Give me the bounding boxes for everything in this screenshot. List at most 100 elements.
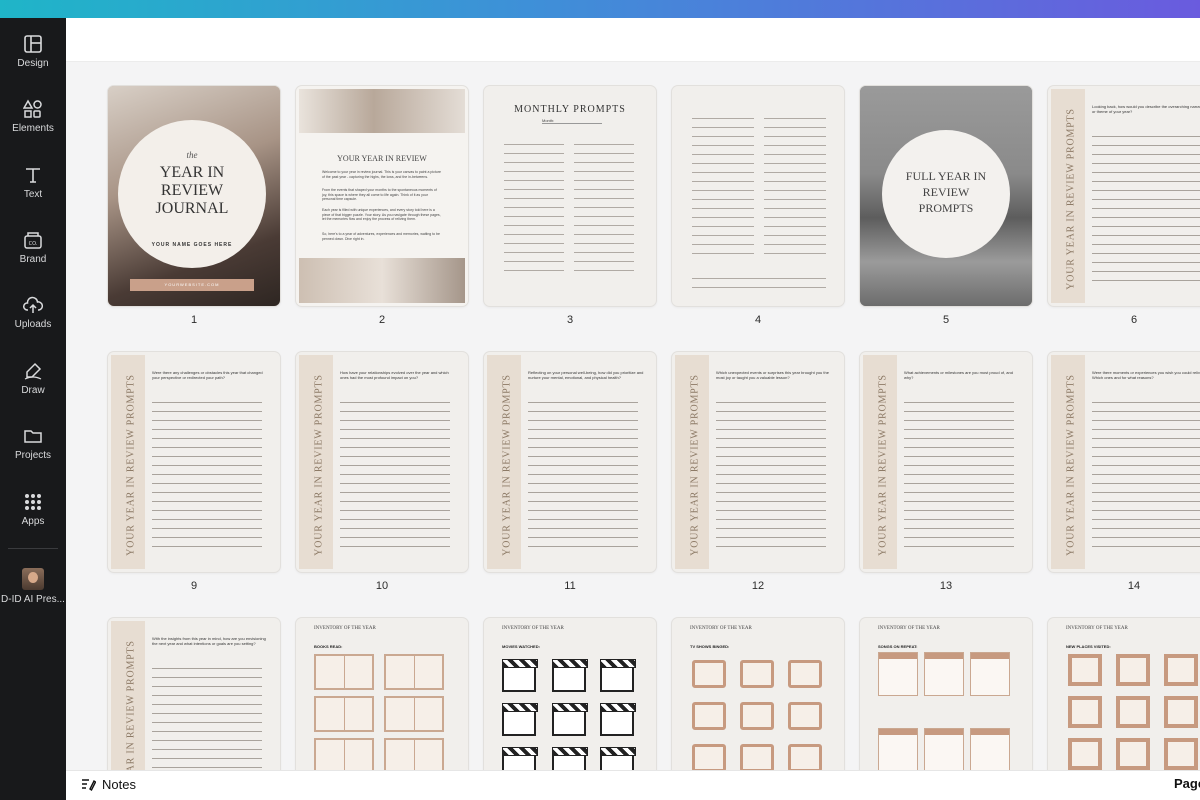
page-number: 3 — [566, 314, 574, 326]
inventory-title: INVENTORY OF THE YEAR — [314, 626, 376, 631]
monthly-title: MONTHLY PROMPTS — [514, 104, 626, 115]
text-icon — [26, 168, 40, 183]
sidebar-item-label: Draw — [21, 385, 45, 396]
inventory-title: INVENTORY OF THE YEAR — [502, 626, 564, 631]
sidebar-item-label: Projects — [14, 450, 52, 461]
page-thumbnail-16[interactable]: INVENTORY OF THE YEAR BOOKS READ: — [296, 618, 468, 770]
clapperboard-icon — [502, 703, 538, 736]
page-thumbnail-13[interactable]: YOUR YEAR IN REVIEW PROMPTS What achieve… — [860, 352, 1032, 572]
sidebar-item-design[interactable]: Design — [0, 34, 66, 69]
sidebar-item-label: Apps — [21, 516, 45, 527]
page-number: 9 — [190, 580, 198, 592]
answer-lines — [1092, 394, 1200, 554]
sidebar-item-d-id[interactable]: D-ID AI Pres... — [0, 568, 66, 605]
answer-lines — [152, 660, 262, 770]
side-band: YOUR YEAR IN REVIEW PROMPTS — [299, 355, 333, 569]
page-thumbnail-1[interactable]: the YEAR IN REVIEW JOURNAL YOUR NAME GOE… — [108, 86, 280, 306]
page-thumbnail-18[interactable]: INVENTORY OF THE YEAR TV SHOWS BINGED: — [672, 618, 844, 770]
band-text: YOUR YEAR IN REVIEW PROMPTS — [1065, 374, 1077, 556]
polaroid-frame — [1116, 654, 1150, 686]
tv-frame-icon — [740, 702, 774, 730]
page-number: 14 — [1127, 580, 1141, 592]
band-text: YOUR YEAR IN REVIEW PROMPTS — [313, 374, 325, 556]
page-thumbnail-11[interactable]: YOUR YEAR IN REVIEW PROMPTS Reflecting o… — [484, 352, 656, 572]
page-thumbnail-15[interactable]: YOUR YEAR IN REVIEW PROMPTS With the ins… — [108, 618, 280, 770]
page-thumbnail-14[interactable]: YOUR YEAR IN REVIEW PROMPTS Were there m… — [1048, 352, 1200, 572]
page-number: 11 — [564, 580, 576, 592]
cloud-upload-icon — [23, 296, 43, 313]
polaroid-frame — [1164, 738, 1198, 770]
page-thumbnail-12[interactable]: YOUR YEAR IN REVIEW PROMPTS Which unexpe… — [672, 352, 844, 572]
song-card — [878, 652, 918, 696]
clapperboard-icon — [600, 659, 636, 692]
page-thumbnail-3[interactable]: MONTHLY PROMPTS Month: — [484, 86, 656, 306]
page-thumbnail-4[interactable] — [672, 86, 844, 306]
page-thumbnail-17[interactable]: INVENTORY OF THE YEAR MOVIES WATCHED: — [484, 618, 656, 770]
answer-lines — [716, 394, 826, 554]
cover-name: YOUR NAME GOES HERE — [151, 242, 233, 248]
inventory-title: INVENTORY OF THE YEAR — [1066, 626, 1128, 631]
lines-bottom — [692, 270, 826, 294]
layout-icon — [24, 35, 42, 53]
intro-body-4: So, here's to a year of adventures, expe… — [322, 232, 440, 241]
prompt-text: How have your relationships evolved over… — [340, 370, 449, 380]
song-card — [970, 728, 1010, 770]
notes-button[interactable]: Notes — [80, 776, 136, 792]
page-number: 10 — [375, 580, 389, 592]
tv-frame-icon — [788, 744, 822, 770]
page-number: 6 — [1130, 314, 1138, 326]
band-text: YOUR YEAR IN REVIEW PROMPTS — [125, 640, 137, 770]
tv-frame-icon — [692, 702, 726, 730]
sidebar-item-draw[interactable]: Draw — [0, 361, 66, 396]
tv-frame-icon — [740, 744, 774, 770]
prompt-text: With the insights from this year in mind… — [152, 636, 266, 646]
page-thumbnail-2[interactable]: YOUR YEAR IN REVIEW Welcome to your year… — [296, 86, 468, 306]
sidebar-item-brand[interactable]: CO. Brand — [0, 230, 66, 265]
folder-icon — [24, 430, 42, 443]
sidebar-item-elements[interactable]: Elements — [0, 99, 66, 134]
sidebar-item-projects[interactable]: Projects — [0, 426, 66, 461]
editor-sidebar: Design Elements Text CO. Brand Uploads D… — [0, 18, 66, 800]
page-thumbnail-19[interactable]: INVENTORY OF THE YEAR SONGS ON REPEAT: — [860, 618, 1032, 770]
prompt-text: Looking back, how would you describe the… — [1092, 104, 1200, 114]
page-thumbnail-6[interactable]: YOUR YEAR IN REVIEW PROMPTS Looking back… — [1048, 86, 1200, 306]
band-text: YOUR YEAR IN REVIEW PROMPTS — [689, 374, 701, 556]
prompt-text: Were there moments or experiences you wi… — [1092, 370, 1200, 380]
band-text: YOUR YEAR IN REVIEW PROMPTS — [501, 374, 513, 556]
band-text: YOUR YEAR IN REVIEW PROMPTS — [877, 374, 889, 556]
side-band: YOUR YEAR IN REVIEW PROMPTS — [675, 355, 709, 569]
side-band: YOUR YEAR IN REVIEW PROMPTS — [1051, 89, 1085, 303]
pen-icon — [24, 362, 42, 380]
song-card — [970, 652, 1010, 696]
notes-icon — [82, 779, 96, 792]
tv-frame-icon — [692, 744, 726, 770]
book-frame — [384, 654, 444, 690]
tv-frame-icon — [788, 702, 822, 730]
polaroid-frame — [1164, 696, 1198, 728]
page-thumbnail-20[interactable]: INVENTORY OF THE YEAR NEW PLACES VISITED… — [1048, 618, 1200, 770]
notes-label: Notes — [102, 776, 136, 792]
sidebar-item-apps[interactable]: Apps — [0, 492, 66, 527]
page-number: 4 — [754, 314, 762, 326]
page-indicator[interactable]: Page — [1174, 776, 1200, 791]
avatar — [22, 568, 44, 590]
polaroid-frame — [1068, 738, 1102, 770]
sidebar-item-label: Text — [23, 189, 43, 200]
page-thumbnail-10[interactable]: YOUR YEAR IN REVIEW PROMPTS How have you… — [296, 352, 468, 572]
sidebar-item-uploads[interactable]: Uploads — [0, 295, 66, 330]
book-frame — [384, 738, 444, 770]
answer-lines — [152, 394, 262, 554]
polaroid-frame — [1164, 654, 1198, 686]
sidebar-divider — [8, 548, 58, 549]
polaroid-frame — [1116, 696, 1150, 728]
sidebar-item-text[interactable]: Text — [0, 165, 66, 200]
book-frame — [384, 696, 444, 732]
page-thumbnail-9[interactable]: YOUR YEAR IN REVIEW PROMPTS Were there a… — [108, 352, 280, 572]
inventory-subtitle: NEW PLACES VISITED: — [1066, 644, 1111, 649]
band-text: YOUR YEAR IN REVIEW PROMPTS — [1065, 108, 1077, 290]
inventory-subtitle: BOOKS READ: — [314, 644, 343, 649]
clapperboard-icon — [502, 747, 538, 770]
cover-the: the — [186, 150, 198, 160]
page-thumbnail-5[interactable]: FULL YEAR IN REVIEW PROMPTS — [860, 86, 1032, 306]
page-number: 2 — [378, 314, 386, 326]
